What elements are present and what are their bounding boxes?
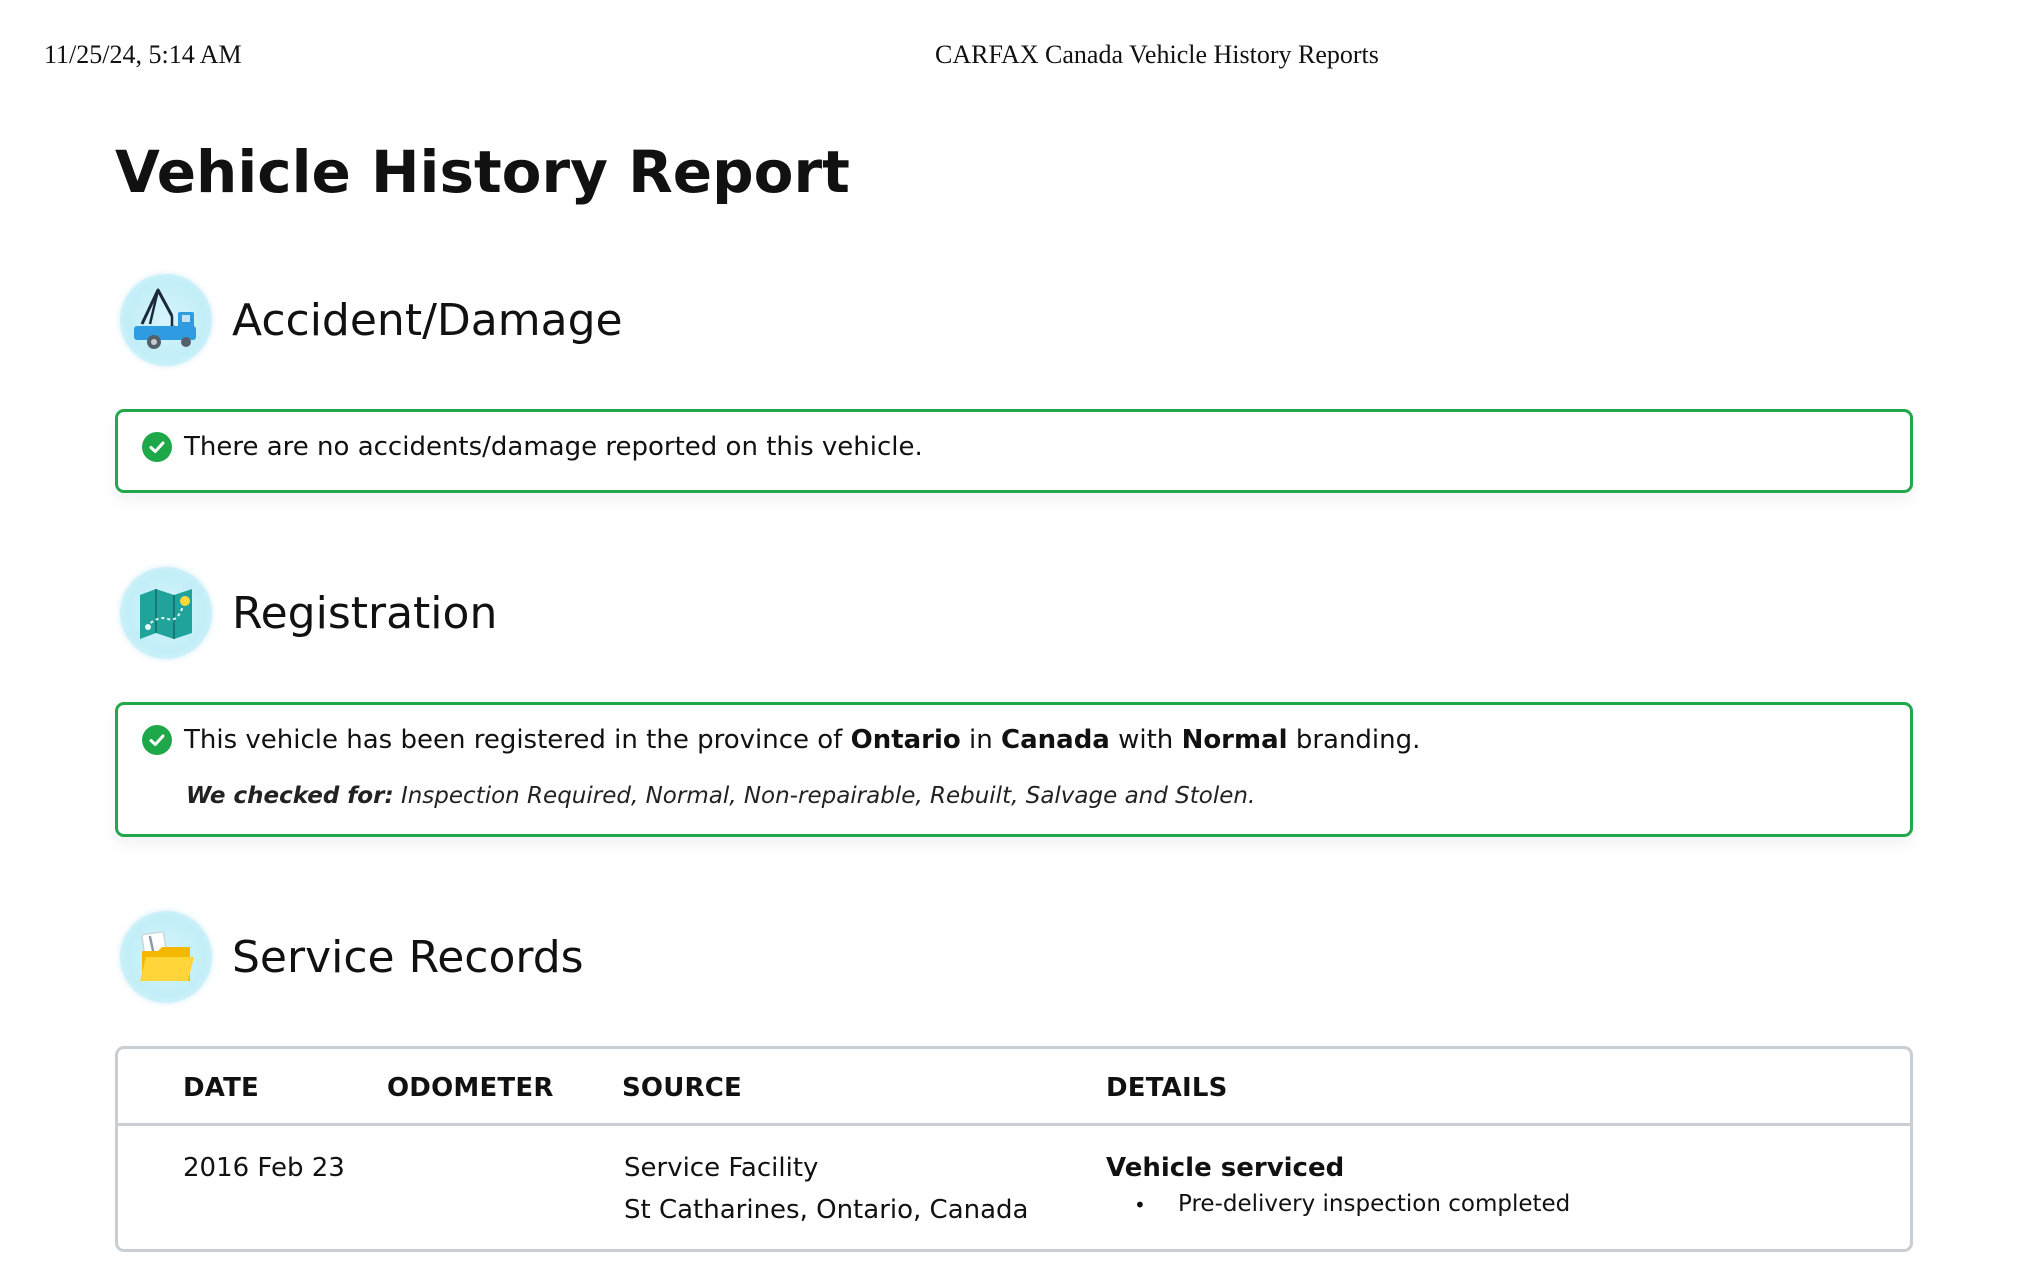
column-header-date: DATE (183, 1073, 259, 1103)
registration-section-header: Registration (120, 565, 497, 661)
registration-status-box: This vehicle has been registered in the … (115, 702, 1913, 837)
registration-status-mid1: in (960, 725, 1002, 755)
accident-status-line: There are no accidents/damage reported o… (142, 432, 923, 462)
row-source-line2: St Catharines, Ontario, Canada (624, 1195, 1029, 1225)
print-datetime: 11/25/24, 5:14 AM (44, 40, 242, 69)
column-header-source: SOURCE (622, 1073, 743, 1103)
registration-status-suffix: branding. (1287, 725, 1421, 755)
map-icon (120, 567, 212, 659)
page-title: Vehicle History Report (115, 138, 850, 206)
print-header: 11/25/24, 5:14 AM CARFAX Canada Vehicle … (0, 40, 2026, 80)
print-site-title: CARFAX Canada Vehicle History Reports (935, 40, 1379, 69)
checked-for-label: We checked for: (186, 783, 394, 809)
check-circle-icon (142, 725, 172, 755)
service-section-title: Service Records (232, 931, 584, 983)
row-detail-item: Pre-delivery inspection completed (1178, 1191, 1571, 1217)
checked-for-list: Inspection Required, Normal, Non-repaira… (393, 783, 1256, 809)
accident-status-text: There are no accidents/damage reported o… (184, 432, 923, 462)
registration-section-title: Registration (232, 587, 498, 639)
folder-icon (120, 911, 212, 1003)
registration-province: Ontario (850, 725, 961, 755)
registration-country: Canada (1001, 725, 1110, 755)
service-section-header: Service Records (120, 909, 584, 1005)
row-detail-title: Vehicle serviced (1106, 1153, 1345, 1183)
registration-status-text: This vehicle has been registered in the … (184, 725, 1420, 755)
registration-status-line: This vehicle has been registered in the … (142, 725, 1420, 755)
accident-section-title: Accident/Damage (232, 294, 623, 346)
row-date: 2016 Feb 23 (183, 1153, 345, 1183)
bullet-icon: • (1134, 1193, 1146, 1217)
service-records-table: DATE ODOMETER SOURCE DETAILS 2016 Feb 23… (115, 1046, 1913, 1252)
checked-for-line: We checked for: Inspection Required, Nor… (186, 783, 1255, 809)
registration-status-mid2: with (1109, 725, 1182, 755)
accident-status-box: There are no accidents/damage reported o… (115, 409, 1913, 493)
column-header-details: DETAILS (1106, 1073, 1228, 1103)
row-source-line1: Service Facility (624, 1153, 819, 1183)
check-circle-icon (142, 432, 172, 462)
accident-section-header: Accident/Damage (120, 272, 623, 368)
column-header-odometer: ODOMETER (387, 1073, 554, 1103)
tow-truck-icon (120, 274, 212, 366)
registration-branding: Normal (1181, 725, 1288, 755)
table-header-divider (118, 1123, 1910, 1126)
registration-status-prefix: This vehicle has been registered in the … (184, 725, 851, 755)
